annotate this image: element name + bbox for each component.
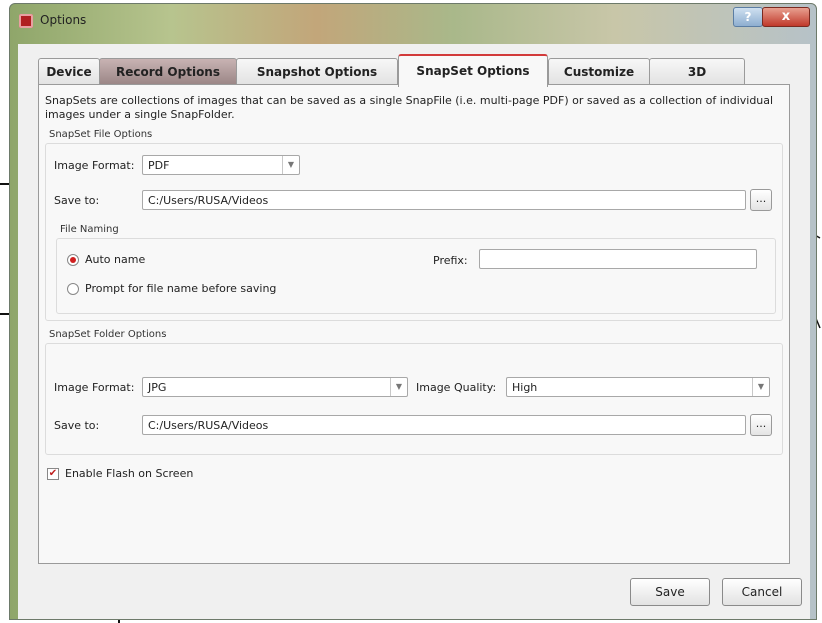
auto-name-label: Auto name (85, 253, 146, 266)
file-browse-button[interactable]: ... (750, 189, 772, 211)
tab-record-options[interactable]: Record Options (99, 58, 237, 85)
cancel-button[interactable]: Cancel (722, 578, 802, 606)
folder-browse-button[interactable]: ... (750, 414, 772, 436)
chevron-down-icon: ▼ (752, 378, 769, 396)
file-save-to-input[interactable]: C:/Users/RUSA/Videos (142, 190, 746, 210)
enable-flash-label: Enable Flash on Screen (65, 467, 194, 480)
folder-image-format-label: Image Format: (54, 381, 135, 394)
file-options-label: SnapSet File Options (49, 129, 153, 140)
options-window: Options ? x Device Record Options Snapsh… (9, 3, 817, 620)
snapset-options-panel: SnapSets are collections of images that … (38, 84, 790, 564)
app-icon (19, 14, 33, 28)
tab-3d[interactable]: 3D (649, 58, 745, 85)
file-save-to-label: Save to: (54, 194, 100, 207)
file-options-group: Image Format: PDF ▼ Save to: C:/Users/RU… (45, 143, 783, 321)
description-text: SnapSets are collections of images that … (45, 94, 774, 121)
prompt-name-radio[interactable] (67, 283, 79, 295)
close-button[interactable]: x (762, 7, 810, 27)
folder-options-label: SnapSet Folder Options (49, 329, 167, 340)
title-bar: Options ? x (10, 4, 816, 36)
help-button[interactable]: ? (733, 7, 763, 27)
auto-name-radio[interactable] (67, 254, 79, 266)
enable-flash-checkbox[interactable]: ✔ (47, 468, 59, 480)
chevron-down-icon: ▼ (282, 156, 299, 174)
folder-save-to-label: Save to: (54, 419, 100, 432)
tab-customize[interactable]: Customize (548, 58, 650, 85)
prefix-input[interactable] (479, 249, 757, 269)
window-title: Options (40, 13, 87, 27)
save-button[interactable]: Save (630, 578, 710, 606)
folder-save-to-input[interactable]: C:/Users/RUSA/Videos (142, 415, 746, 435)
file-image-format-select[interactable]: PDF ▼ (142, 155, 300, 175)
image-quality-value: High (512, 381, 538, 394)
tab-snapshot-options[interactable]: Snapshot Options (236, 58, 398, 85)
file-image-format-value: PDF (148, 159, 170, 172)
file-image-format-label: Image Format: (54, 159, 135, 172)
image-quality-select[interactable]: High ▼ (506, 377, 770, 397)
image-quality-label: Image Quality: (416, 381, 497, 394)
prefix-label: Prefix: (433, 254, 468, 267)
folder-image-format-value: JPG (148, 381, 167, 394)
tab-snapset-options[interactable]: SnapSet Options (398, 54, 548, 87)
prompt-name-label: Prompt for file name before saving (85, 282, 277, 295)
folder-image-format-select[interactable]: JPG ▼ (142, 377, 408, 397)
file-naming-label: File Naming (60, 224, 119, 235)
folder-options-group: Image Format: JPG ▼ Image Quality: High … (45, 343, 783, 455)
chevron-down-icon: ▼ (390, 378, 407, 396)
dialog-body: Device Record Options Snapshot Options S… (18, 44, 810, 619)
file-naming-group: Auto name Prompt for file name before sa… (56, 238, 776, 314)
tab-device[interactable]: Device (38, 58, 100, 85)
